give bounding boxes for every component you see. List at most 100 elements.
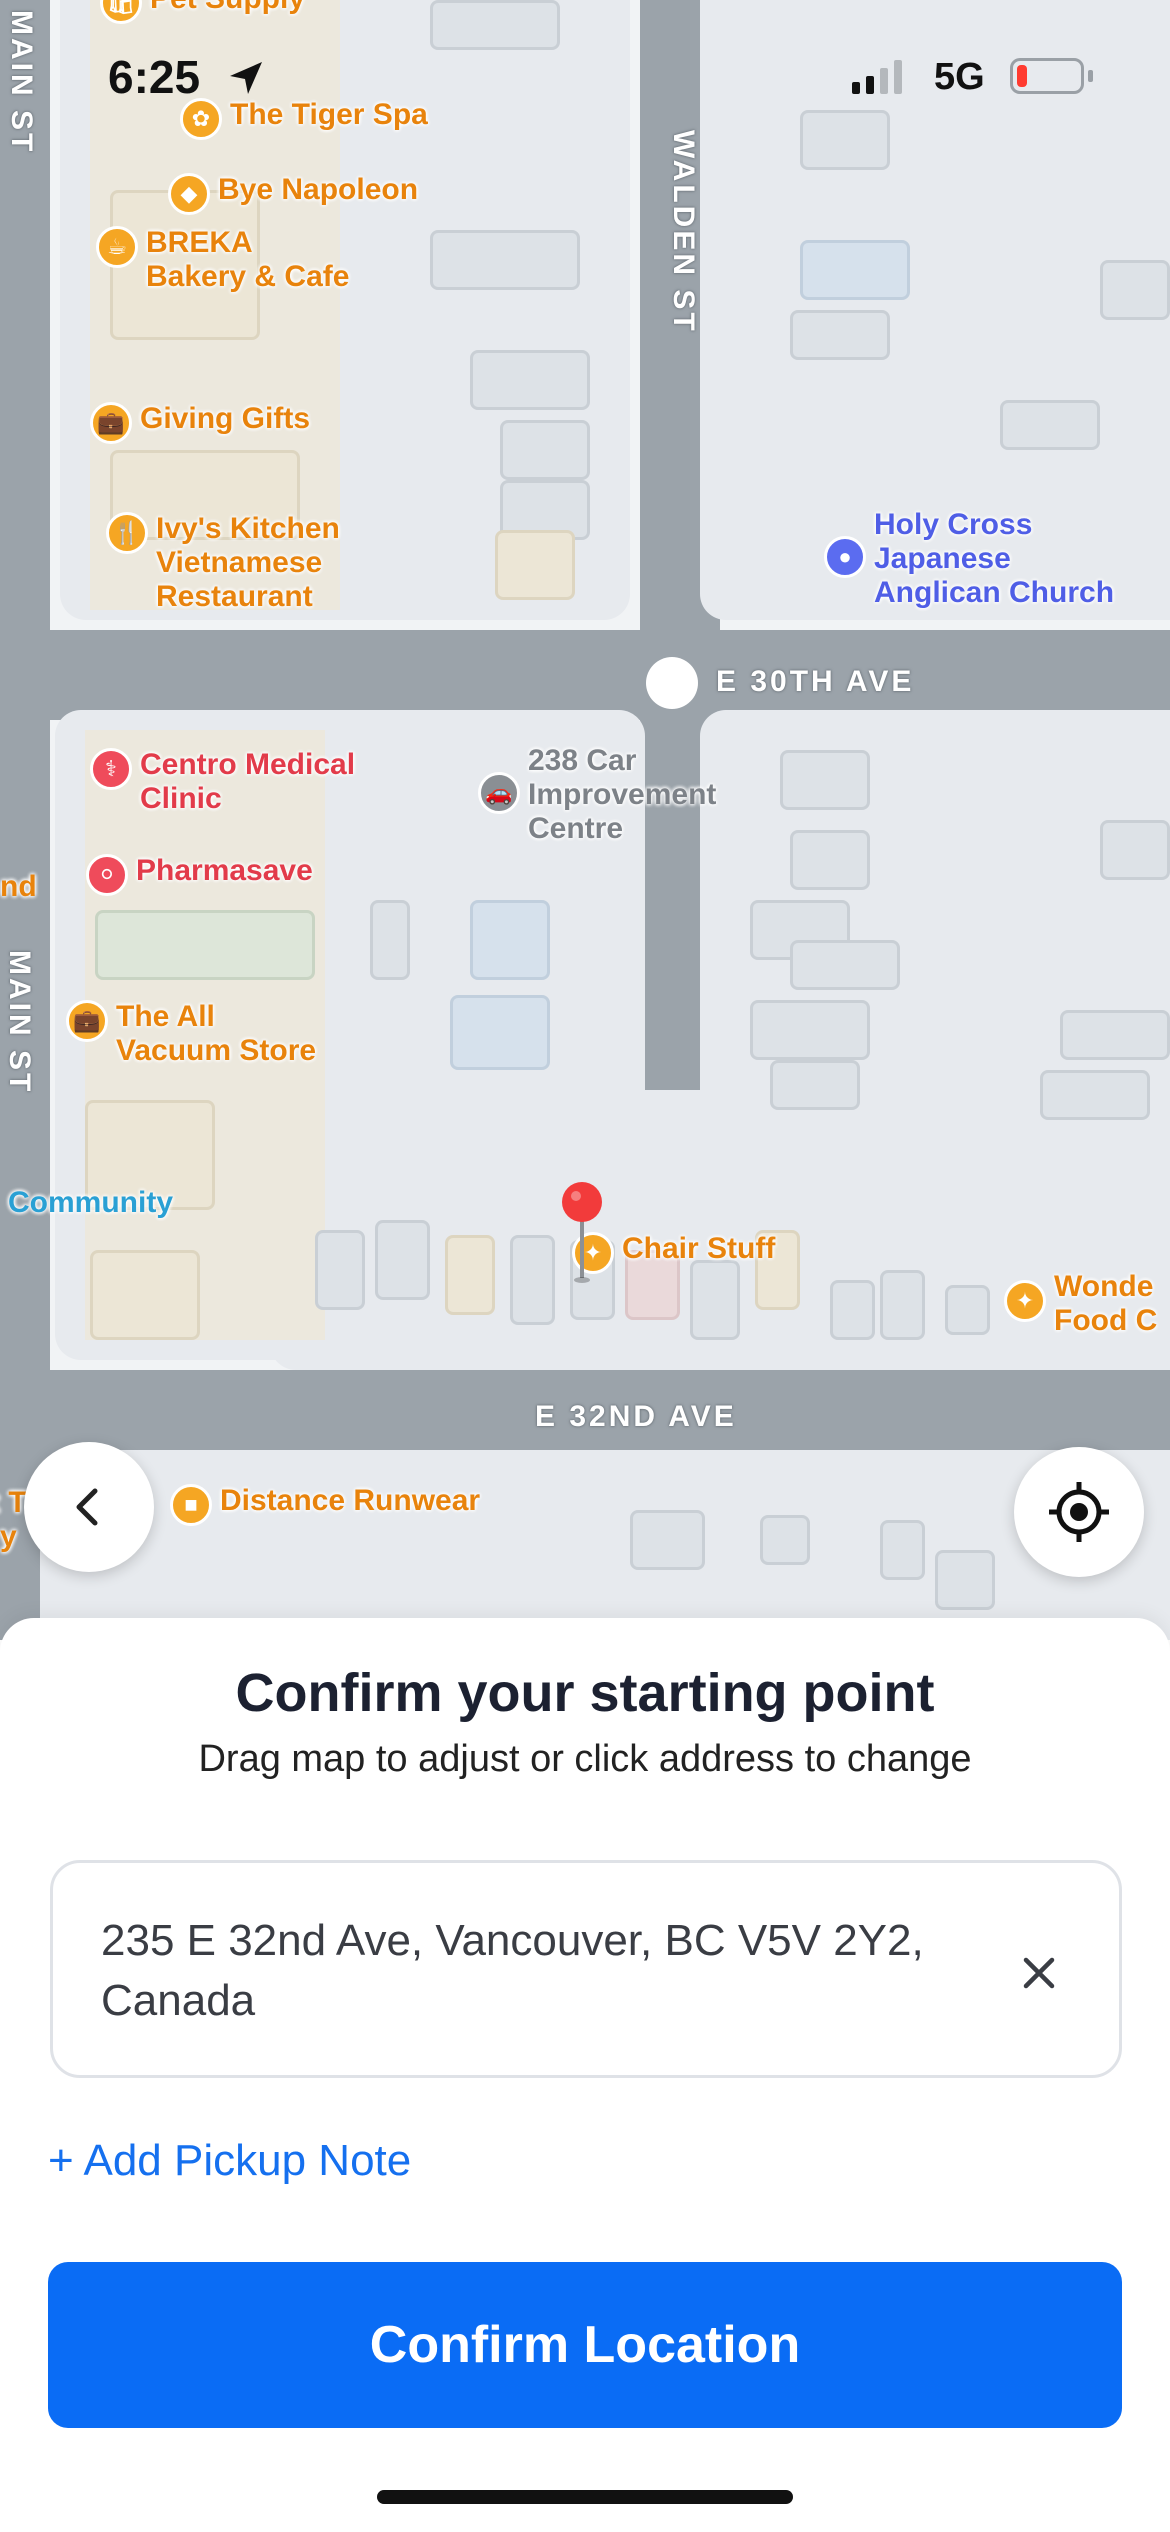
building	[500, 420, 590, 480]
poi-pharmasave[interactable]: ⚪ Pharmasave	[86, 854, 313, 896]
poi-holy-cross-line1: Holy Cross	[874, 508, 1033, 541]
building	[375, 1220, 430, 1300]
poi-breka-line2: Bakery & Cafe	[146, 260, 350, 293]
block-bottom	[40, 1450, 1170, 1640]
building	[315, 1230, 365, 1310]
building	[770, 1060, 860, 1110]
address-text: 235 E 32nd Ave, Vancouver, BC V5V 2Y2, C…	[101, 1916, 924, 2025]
building	[935, 1550, 995, 1610]
poi-breka-line1: BREKA	[146, 226, 253, 259]
building	[1100, 820, 1170, 880]
street-label-e-30th-ave: E 30TH AVE	[716, 665, 915, 698]
poi-tiger-spa[interactable]: ✿ The Tiger Spa	[180, 98, 428, 140]
map-pin-icon[interactable]	[560, 1180, 604, 1290]
signal-icon	[852, 60, 902, 94]
add-pickup-note-link[interactable]: + Add Pickup Note	[48, 2136, 411, 2186]
poi-community[interactable]: Community	[8, 1186, 173, 1220]
building	[880, 1270, 925, 1340]
building	[1060, 1010, 1170, 1060]
building	[1100, 260, 1170, 320]
building	[800, 240, 910, 300]
building	[370, 900, 410, 980]
poi-ivys-line3: Restaurant	[156, 580, 313, 613]
building	[430, 0, 560, 50]
map-view[interactable]: MAIN ST WALDEN ST E 30TH AVE MAIN ST E 3…	[0, 0, 1170, 1640]
lotus-icon: ✿	[180, 98, 222, 140]
building	[470, 350, 590, 410]
building	[1040, 1070, 1150, 1120]
bottle-icon: ◆	[168, 173, 210, 215]
shirt-icon: ■	[170, 1484, 212, 1526]
road-e-30th-ave	[0, 630, 1170, 720]
building	[880, 1520, 925, 1580]
building	[830, 1280, 875, 1340]
poi-ivys-kitchen[interactable]: 🍴 Ivy's Kitchen Vietnamese Restaurant	[106, 512, 340, 614]
poi-car-improvement[interactable]: 🚗 238 Car Improvement Centre	[478, 744, 716, 846]
building	[790, 310, 890, 360]
poi-breka[interactable]: ☕ BREKA Bakery & Cafe	[96, 226, 349, 294]
coffee-cup-icon: ☕	[96, 226, 138, 268]
street-label-walden-st: WALDEN ST	[667, 130, 700, 334]
locate-me-button[interactable]	[1014, 1447, 1144, 1577]
sheet-title: Confirm your starting point	[235, 1663, 935, 1723]
location-arrow-icon	[230, 62, 262, 94]
poi-giving-gifts[interactable]: 💼 Giving Gifts	[90, 402, 310, 444]
poi-wonder-line1: Wonde	[1054, 1270, 1154, 1303]
building	[750, 1000, 870, 1060]
poi-car-line3: Centre	[528, 812, 624, 845]
stethoscope-icon: ⚕	[90, 748, 132, 790]
poi-centro-line1: Centro Medical	[140, 748, 356, 781]
poi-pet-supply[interactable]: 🛍 Pet Supply	[100, 0, 305, 24]
building	[945, 1285, 990, 1335]
shopping-bag-icon: 💼	[66, 1000, 108, 1042]
clear-address-button[interactable]	[1009, 1943, 1069, 2003]
poi-car-line1: 238 Car	[528, 744, 637, 777]
building	[510, 1235, 555, 1325]
poi-all-vacuum[interactable]: 💼 The All Vacuum Store	[66, 1000, 316, 1068]
network-type: 5G	[934, 56, 985, 98]
confirm-location-button[interactable]: Confirm Location	[48, 2262, 1122, 2428]
confirm-sheet: Confirm your starting point Drag map to …	[0, 1618, 1170, 2532]
building	[470, 900, 550, 980]
building	[630, 1510, 705, 1570]
building	[790, 940, 900, 990]
building	[90, 1250, 200, 1340]
poi-ivys-line2: Vietnamese	[156, 546, 323, 579]
home-indicator	[377, 2490, 793, 2504]
building	[445, 1235, 495, 1315]
poi-distance-runwear[interactable]: ■ Distance Runwear	[170, 1484, 480, 1526]
poi-holy-cross-line2: Japanese	[874, 542, 1011, 575]
poi-centro-medical[interactable]: ⚕ Centro Medical Clinic	[90, 748, 355, 816]
poi-wonder-food[interactable]: ✦ Wonde Food C	[1004, 1270, 1157, 1338]
car-icon: 🚗	[478, 772, 520, 814]
pill-icon: ⚪	[86, 854, 128, 896]
shopping-icon: 🛍	[100, 0, 142, 24]
building	[430, 230, 580, 290]
church-dot-icon: ●	[824, 536, 866, 578]
pet-food-icon: ✦	[1004, 1280, 1046, 1322]
address-field[interactable]: 235 E 32nd Ave, Vancouver, BC V5V 2Y2, C…	[50, 1860, 1122, 2078]
street-label-main-st: MAIN ST	[5, 10, 38, 155]
sheet-subtitle: Drag map to adjust or click address to c…	[198, 1738, 972, 1780]
crosshair-icon	[1049, 1482, 1109, 1542]
battery-icon	[1010, 58, 1084, 94]
poi-holy-cross[interactable]: ● Holy Cross Japanese Anglican Church	[824, 508, 1114, 610]
poi-edge-y: y	[0, 1520, 17, 1553]
chevron-left-icon	[76, 1488, 98, 1526]
close-icon	[1023, 1957, 1055, 1989]
building	[1000, 400, 1100, 450]
poi-vacuum-line1: The All	[116, 1000, 215, 1033]
building	[495, 530, 575, 600]
poi-bye-napoleon[interactable]: ◆ Bye Napoleon	[168, 173, 418, 215]
status-time: 6:25	[108, 51, 201, 103]
poi-wonder-line2: Food C	[1054, 1304, 1158, 1337]
poi-edge-t: t T	[0, 1486, 27, 1519]
poi-edge-nd: nd	[0, 870, 37, 903]
street-label-main-st-2: MAIN ST	[3, 950, 36, 1095]
gift-bag-icon: 💼	[90, 402, 132, 444]
poi-vacuum-line2: Vacuum Store	[116, 1034, 317, 1067]
poi-holy-cross-line3: Anglican Church	[874, 576, 1115, 609]
building	[95, 910, 315, 980]
fork-knife-icon: 🍴	[106, 512, 148, 554]
back-button[interactable]	[24, 1442, 154, 1572]
